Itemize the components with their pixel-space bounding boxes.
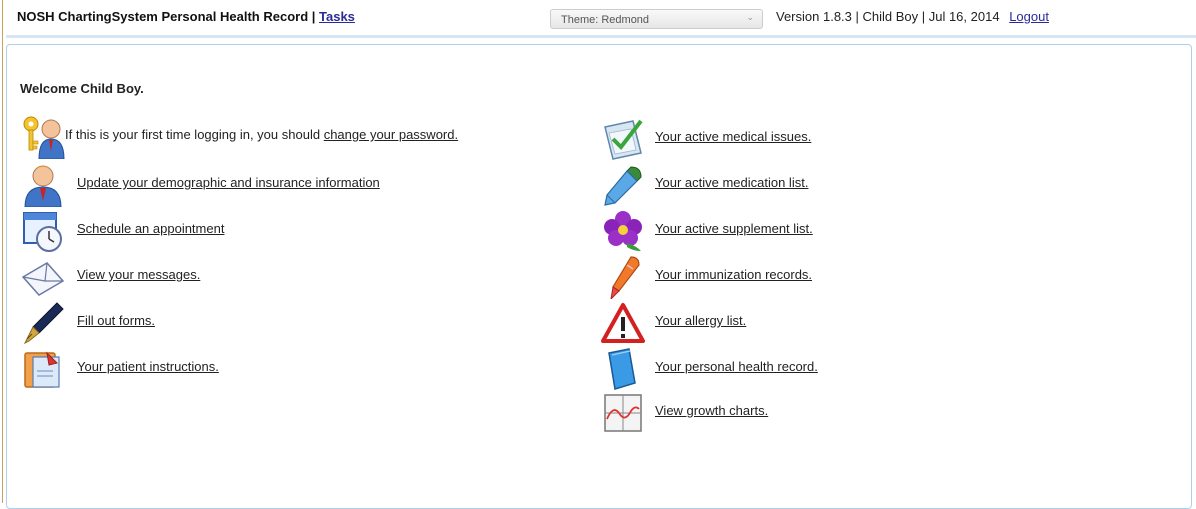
envelope-icon[interactable] xyxy=(21,255,65,299)
instructions-icon[interactable] xyxy=(21,347,65,391)
top-header: NOSH ChartingSystem Personal Health Reco… xyxy=(0,0,1196,38)
theme-select-value: Theme: Redmond xyxy=(561,14,650,26)
warning-icon[interactable] xyxy=(601,301,645,345)
version-user-date: Version 1.8.3 | Child Boy | Jul 16, 2014 xyxy=(776,9,1000,24)
immunization-records-link[interactable]: Your immunization records. xyxy=(655,267,812,282)
growth-charts-link[interactable]: View growth charts. xyxy=(655,403,768,418)
list-item-forms: Fill out forms. xyxy=(21,301,581,345)
header-divider xyxy=(6,35,1196,38)
medication-list-link[interactable]: Your active medication list. xyxy=(655,175,808,190)
book-icon[interactable] xyxy=(601,347,645,391)
growth-chart-icon[interactable] xyxy=(601,391,645,435)
user-info-icon[interactable] xyxy=(21,163,65,207)
list-item-immunizations: Your immunization records. xyxy=(601,255,1021,299)
first-login-prefix: If this is your first time logging in, y… xyxy=(65,127,324,142)
patient-instructions-link[interactable]: Your patient instructions. xyxy=(77,359,219,374)
allergy-list-link[interactable]: Your allergy list. xyxy=(655,313,746,328)
marker-icon[interactable] xyxy=(601,255,645,299)
schedule-appointment-link[interactable]: Schedule an appointment xyxy=(77,221,224,236)
list-item-medical-issues: Your active medical issues. xyxy=(601,117,1021,160)
change-password-link[interactable]: change your password. xyxy=(324,127,458,142)
app-title: NOSH ChartingSystem Personal Health Reco… xyxy=(17,9,355,24)
view-messages-link[interactable]: View your messages. xyxy=(77,267,200,282)
left-border-line xyxy=(2,0,3,503)
list-item-demographics: Update your demographic and insurance in… xyxy=(21,163,581,207)
theme-select[interactable]: Theme: Redmond ⌄ xyxy=(550,9,763,29)
fill-forms-link[interactable]: Fill out forms. xyxy=(77,313,155,328)
dropper-icon[interactable] xyxy=(601,163,645,207)
list-item-appointment: Schedule an appointment xyxy=(21,209,581,252)
medical-issues-link[interactable]: Your active medical issues. xyxy=(655,129,811,144)
chevron-down-icon: ⌄ xyxy=(746,12,754,22)
clipboard-check-icon[interactable] xyxy=(601,117,645,161)
list-item-medications: Your active medication list. xyxy=(601,163,1021,206)
version-info: Version 1.8.3 | Child Boy | Jul 16, 2014… xyxy=(776,9,1049,24)
logout-link[interactable]: Logout xyxy=(1009,9,1049,24)
demographics-link[interactable]: Update your demographic and insurance in… xyxy=(77,175,380,190)
list-item-instructions: Your patient instructions. xyxy=(21,347,581,388)
list-item-growth-charts: View growth charts. xyxy=(601,391,1021,432)
list-item-change-password: If this is your first time logging in, y… xyxy=(21,115,581,159)
list-item-supplements: Your active supplement list. xyxy=(601,209,1021,251)
list-item-messages: View your messages. xyxy=(21,255,581,296)
flower-icon[interactable] xyxy=(601,209,645,253)
fountain-pen-icon[interactable] xyxy=(21,301,65,345)
list-item-phr: Your personal health record. xyxy=(601,347,1021,390)
calendar-clock-icon[interactable] xyxy=(21,209,65,253)
first-login-text: If this is your first time logging in, y… xyxy=(65,127,458,142)
list-item-allergies: Your allergy list. xyxy=(601,301,1021,343)
app-title-text: NOSH ChartingSystem Personal Health Reco… xyxy=(17,9,316,24)
personal-health-record-link[interactable]: Your personal health record. xyxy=(655,359,818,374)
welcome-heading: Welcome Child Boy. xyxy=(20,81,144,96)
tasks-link[interactable]: Tasks xyxy=(319,9,355,24)
supplement-list-link[interactable]: Your active supplement list. xyxy=(655,221,813,236)
main-panel: Welcome Child Boy. If this is your first… xyxy=(6,44,1192,509)
keys-user-icon[interactable] xyxy=(21,115,65,159)
